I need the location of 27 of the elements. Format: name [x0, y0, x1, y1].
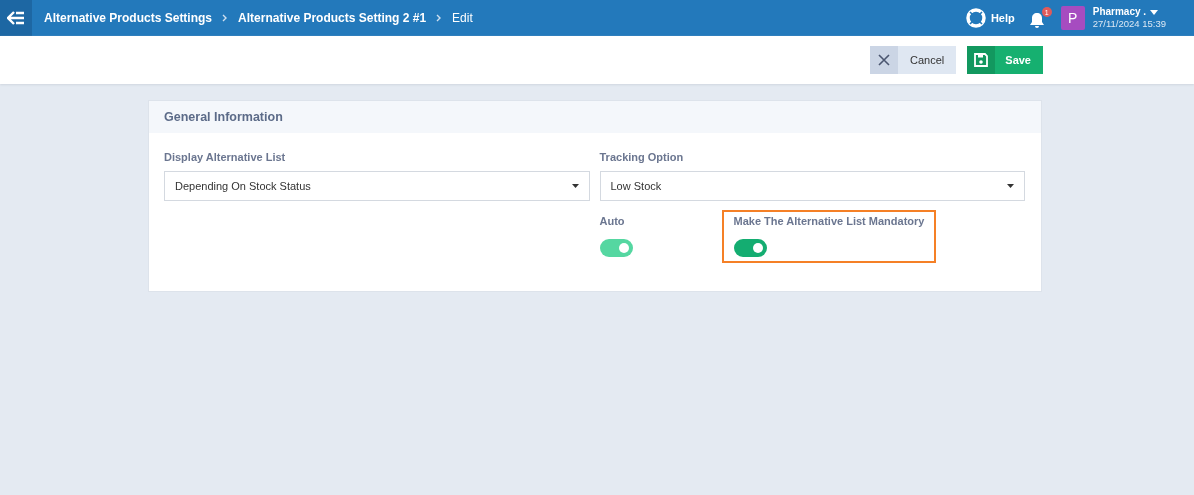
- user-avatar[interactable]: P: [1060, 6, 1085, 30]
- toggle-label: Make The Alternative List Mandatory: [733, 215, 925, 227]
- field-label: Tracking Option: [599, 151, 685, 163]
- chevron-icon: [222, 14, 229, 22]
- card-title: General Information: [164, 110, 283, 124]
- breadcrumb-link[interactable]: Alternative Products Setting 2 #1: [238, 11, 427, 25]
- back-button[interactable]: [0, 0, 32, 36]
- date-time: 27/11/2024 15:39: [1092, 18, 1166, 30]
- help-link[interactable]: Help: [965, 8, 1015, 28]
- field-label: Display Alternative List: [164, 151, 287, 163]
- close-icon: [878, 54, 891, 66]
- save-button[interactable]: Save: [967, 46, 1043, 74]
- lifebuoy-icon: [965, 8, 986, 28]
- breadcrumb-link[interactable]: Alternative Products Settings: [44, 11, 213, 25]
- bell-icon: [1028, 11, 1045, 29]
- user-name[interactable]: Pharmacy .: [1092, 6, 1166, 18]
- chevron-icon: [436, 14, 443, 22]
- back-icon: [7, 11, 25, 25]
- caret-icon: [1150, 9, 1159, 15]
- cancel-button[interactable]: Cancel: [870, 46, 957, 74]
- caret-icon: [571, 184, 579, 188]
- toggle-switch[interactable]: [733, 239, 767, 257]
- dropdown-field[interactable]: Depending On Stock Status: [164, 171, 590, 201]
- toggle-label: Auto: [599, 215, 626, 227]
- breadcrumb-link[interactable]: Edit: [452, 11, 473, 25]
- dropdown-field[interactable]: Low Stock: [599, 171, 1025, 201]
- caret-icon: [1007, 184, 1014, 188]
